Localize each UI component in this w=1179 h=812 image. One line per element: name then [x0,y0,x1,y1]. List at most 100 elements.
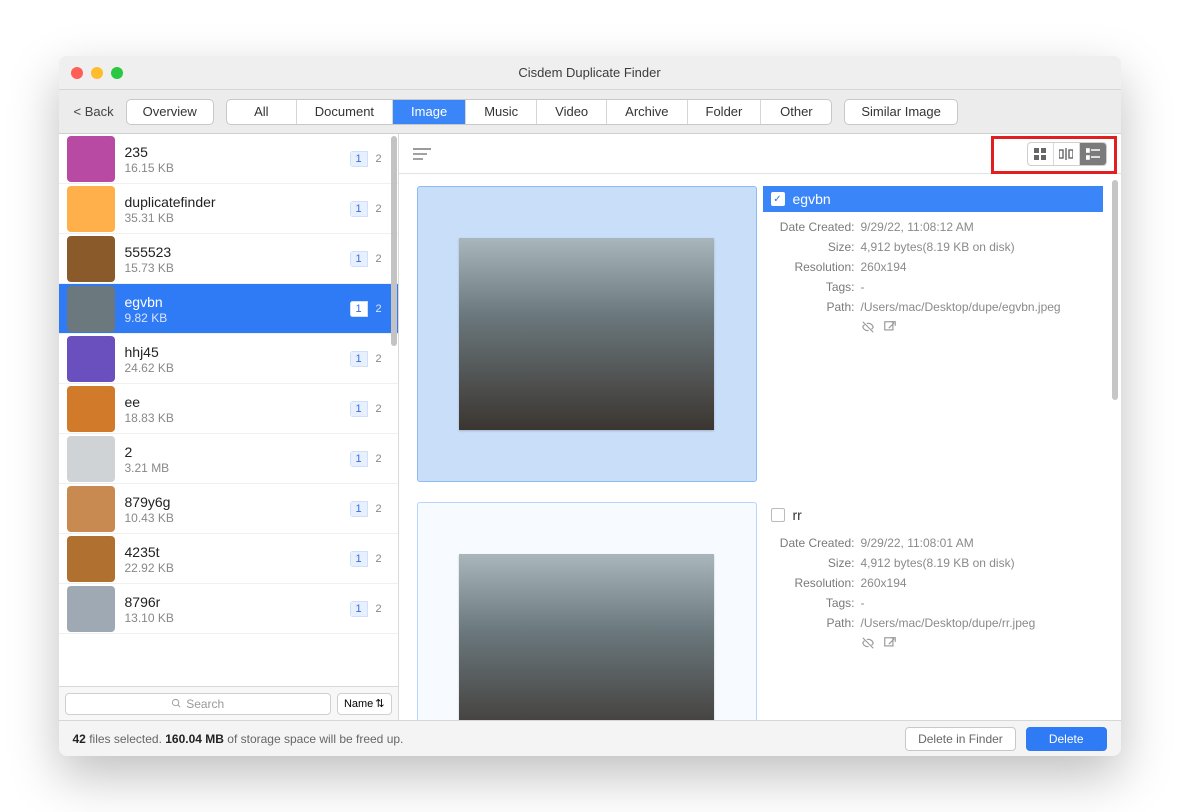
duplicate-count: 12 [350,551,386,567]
titlebar: Cisdem Duplicate Finder [59,56,1121,90]
tab-folder[interactable]: Folder [688,100,762,124]
duplicate-count: 12 [350,501,386,517]
minimize-window-icon[interactable] [91,67,103,79]
date-created-value: 9/29/22, 11:08:12 AM [861,220,1097,234]
item-size: 35.31 KB [125,211,350,225]
item-size: 3.21 MB [125,461,350,475]
sort-arrows-icon: ⇅ [375,697,384,710]
list-item[interactable]: 55552315.73 KB12 [59,234,398,284]
close-window-icon[interactable] [71,67,83,79]
item-name: 879y6g [125,493,350,511]
tab-other[interactable]: Other [761,100,831,124]
item-size: 16.15 KB [125,161,350,175]
delete-button[interactable]: Delete [1026,727,1107,751]
duplicate-count: 12 [350,201,386,217]
item-size: 9.82 KB [125,311,350,325]
select-checkbox[interactable]: ✓ [771,192,785,206]
hide-icon[interactable] [861,320,875,337]
list-item[interactable]: 4235t22.92 KB12 [59,534,398,584]
list-item[interactable]: ee18.83 KB12 [59,384,398,434]
sidebar-scrollbar[interactable] [391,136,397,346]
item-name: 4235t [125,543,350,561]
traffic-lights [71,67,123,79]
item-name: ee [125,393,350,411]
item-size: 24.62 KB [125,361,350,375]
preview-image[interactable] [417,502,757,720]
view-mode-selector [1027,142,1107,166]
thumbnail [67,186,115,232]
tags-value: - [861,596,1097,610]
toolbar: < Back Overview AllDocumentImageMusicVid… [59,90,1121,134]
thumbnail [67,236,115,282]
item-size: 15.73 KB [125,261,350,275]
sort-dropdown[interactable]: Name ⇅ [337,693,392,715]
overview-button[interactable]: Overview [126,99,214,125]
search-input[interactable]: Search [65,693,331,715]
item-name: 8796r [125,593,350,611]
thumbnail [67,536,115,582]
resolution-value: 260x194 [861,576,1097,590]
thumbnail [67,436,115,482]
compare-view-button[interactable] [1054,143,1080,165]
window-title: Cisdem Duplicate Finder [59,65,1121,80]
item-size: 10.43 KB [125,511,350,525]
detail-card: ✓egvbnDate Created:9/29/22, 11:08:12 AMS… [417,186,1103,482]
tab-archive[interactable]: Archive [607,100,687,124]
zoom-window-icon[interactable] [111,67,123,79]
search-placeholder: Search [186,697,224,711]
main-scrollbar[interactable] [1112,180,1118,400]
tab-document[interactable]: Document [297,100,393,124]
sidebar-bottom: Search Name ⇅ [59,686,398,720]
hide-icon[interactable] [861,636,875,653]
duplicate-count: 12 [350,251,386,267]
similar-image-button[interactable]: Similar Image [844,99,957,125]
tab-music[interactable]: Music [466,100,537,124]
sort-label: Name [344,698,373,710]
thumbnail [67,136,115,182]
thumbnail [67,486,115,532]
item-size: 13.10 KB [125,611,350,625]
thumbnail [67,336,115,382]
footer: 42 files selected. 160.04 MB of storage … [59,720,1121,756]
detail-cards[interactable]: ✓egvbnDate Created:9/29/22, 11:08:12 AMS… [399,174,1121,720]
list-item[interactable]: 879y6g10.43 KB12 [59,484,398,534]
back-button[interactable]: < Back [74,104,114,119]
item-size: 18.83 KB [125,411,350,425]
list-item[interactable]: hhj4524.62 KB12 [59,334,398,384]
list-item[interactable]: 23.21 MB12 [59,434,398,484]
duplicate-count: 12 [350,401,386,417]
tab-image[interactable]: Image [393,100,466,124]
delete-in-finder-button[interactable]: Delete in Finder [905,727,1016,751]
app-window: Cisdem Duplicate Finder < Back Overview … [59,56,1121,756]
duplicate-count: 12 [350,451,386,467]
list-item[interactable]: 8796r13.10 KB12 [59,584,398,634]
date-created-value: 9/29/22, 11:08:01 AM [861,536,1097,550]
select-checkbox[interactable] [771,508,785,522]
detail-header[interactable]: rr [763,502,1103,528]
search-icon [171,698,182,709]
list-item[interactable]: duplicatefinder35.31 KB12 [59,184,398,234]
detail-header[interactable]: ✓ egvbn [763,186,1103,212]
detail-card: rrDate Created:9/29/22, 11:08:01 AMSize:… [417,502,1103,720]
sidebar-list[interactable]: 23516.15 KB12duplicatefinder35.31 KB1255… [59,134,398,686]
item-name: hhj45 [125,343,350,361]
duplicate-count: 12 [350,301,386,317]
tags-value: - [861,280,1097,294]
item-name: egvbn [125,293,350,311]
tab-video[interactable]: Video [537,100,607,124]
preview-image[interactable] [417,186,757,482]
thumbnail [67,286,115,332]
tab-all[interactable]: All [227,100,297,124]
detail-title: egvbn [793,191,831,207]
item-name: 235 [125,143,350,161]
reveal-in-finder-icon[interactable] [883,636,897,653]
reveal-in-finder-icon[interactable] [883,320,897,337]
list-view-button[interactable] [1080,143,1106,165]
resolution-value: 260x194 [861,260,1097,274]
grid-view-button[interactable] [1028,143,1054,165]
duplicate-count: 12 [350,601,386,617]
item-size: 22.92 KB [125,561,350,575]
list-item[interactable]: 23516.15 KB12 [59,134,398,184]
list-item[interactable]: egvbn9.82 KB12 [59,284,398,334]
filter-icon[interactable] [413,147,431,161]
